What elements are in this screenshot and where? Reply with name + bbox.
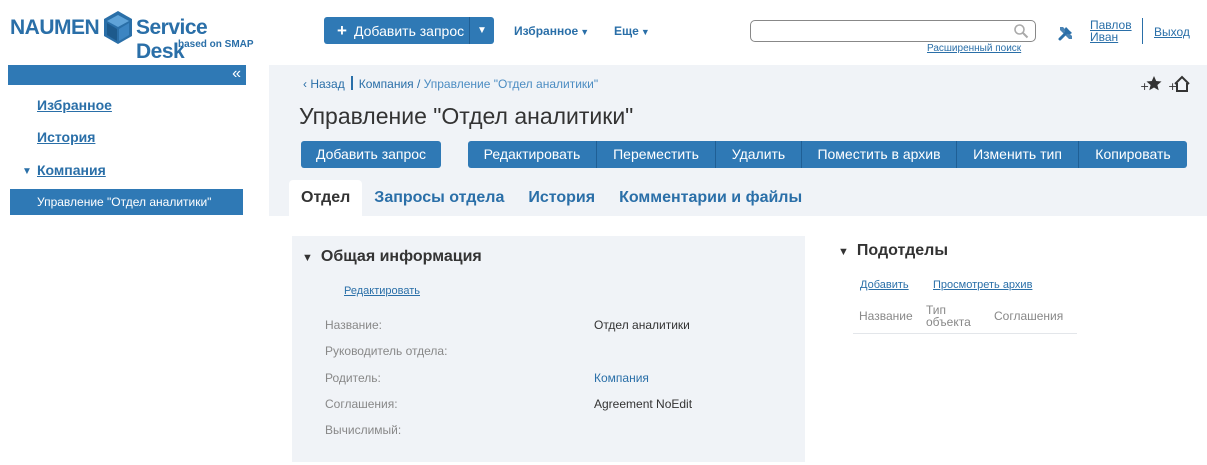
breadcrumb: ‹ Назад Компания / Управление "Отдел анал…: [303, 76, 598, 91]
plus-icon: +: [337, 20, 347, 40]
collapse-sidebar-icon[interactable]: «: [232, 65, 241, 83]
tab-comments-files[interactable]: Комментарии и файлы: [607, 180, 814, 216]
field-label-computed: Вычислимый:: [325, 423, 402, 437]
field-label-name: Название:: [325, 318, 382, 332]
sidebar-item-company[interactable]: Компания: [37, 162, 106, 178]
collapse-triangle-icon: ▼: [302, 252, 313, 264]
edit-button[interactable]: Редактировать: [468, 141, 597, 168]
user-profile-link[interactable]: Павлов Иван: [1090, 19, 1132, 43]
favorites-menu[interactable]: Избранное ▼: [514, 24, 589, 38]
expand-triangle-icon[interactable]: ▼: [22, 166, 32, 177]
subdivisions-archive-link[interactable]: Просмотреть архив: [933, 279, 1032, 291]
delete-button[interactable]: Удалить: [716, 141, 802, 168]
column-header-name[interactable]: Название: [859, 310, 913, 322]
tab-department[interactable]: Отдел: [289, 180, 363, 216]
caret-down-icon[interactable]: ▼: [470, 25, 494, 36]
general-info-title[interactable]: ▼ Общая информация: [302, 248, 482, 266]
caret-down-icon: ▼: [580, 27, 590, 37]
table-divider: [853, 333, 1077, 334]
field-label-agreements: Соглашения:: [325, 397, 398, 411]
sidebar-item-favorites[interactable]: Избранное: [37, 97, 112, 113]
field-label-head: Руководитель отдела:: [325, 344, 448, 358]
tools-icon[interactable]: [1057, 24, 1075, 42]
app-header: NAUMEN Service Desk based on SMAP + Доба…: [0, 0, 1207, 63]
tab-department-requests[interactable]: Запросы отдела: [362, 180, 516, 216]
collapse-triangle-icon: ▼: [838, 246, 849, 258]
field-value-parent-link[interactable]: Компания: [594, 371, 649, 385]
logo-subtitle: based on SMAP: [178, 39, 254, 50]
general-info-panel: ▼ Общая информация Редактировать Название…: [292, 236, 805, 462]
main-content-header: ‹ Назад Компания / Управление "Отдел анал…: [269, 65, 1207, 216]
set-home-icon[interactable]: +: [1168, 74, 1190, 94]
breadcrumb-current: Управление "Отдел аналитики": [423, 77, 599, 91]
action-button-group: Редактировать Переместить Удалить Помест…: [468, 141, 1187, 168]
move-button[interactable]: Переместить: [597, 141, 716, 168]
general-info-edit-link[interactable]: Редактировать: [344, 285, 420, 297]
add-favorite-star-icon[interactable]: +: [1140, 74, 1162, 94]
sidebar-header-bar: «: [8, 65, 246, 85]
sidebar: « Избранное История ▼ Компания Управлени…: [8, 65, 246, 465]
search-icon[interactable]: [1013, 23, 1029, 39]
search-input[interactable]: [757, 21, 1007, 41]
change-type-button[interactable]: Изменить тип: [957, 141, 1079, 168]
column-header-agreements[interactable]: Соглашения: [994, 310, 1063, 322]
logo-text-naumen: NAUMEN: [10, 16, 100, 39]
column-header-object-type[interactable]: Тип объекта: [926, 304, 971, 328]
search-box: [750, 20, 1036, 42]
add-request-button[interactable]: Добавить запрос: [301, 141, 441, 168]
sidebar-item-history[interactable]: История: [37, 129, 95, 145]
logout-link[interactable]: Выход: [1154, 25, 1190, 39]
subdivisions-title[interactable]: ▼ Подотделы: [838, 242, 948, 260]
field-label-parent: Родитель:: [325, 371, 381, 385]
breadcrumb-company-link[interactable]: Компания /: [359, 77, 421, 91]
naumen-logo[interactable]: NAUMEN Service Desk based on SMAP: [10, 10, 260, 63]
tab-bar: Отдел Запросы отдела История Комментарии…: [289, 180, 814, 216]
more-menu[interactable]: Еще ▼: [614, 24, 650, 38]
add-request-label: Добавить запрос: [354, 22, 465, 39]
tab-history[interactable]: История: [516, 180, 607, 216]
archive-button[interactable]: Поместить в архив: [802, 141, 957, 168]
caret-down-icon: ▼: [640, 27, 650, 37]
back-link[interactable]: ‹ Назад: [303, 77, 345, 91]
copy-button[interactable]: Копировать: [1079, 141, 1187, 168]
field-value-name: Отдел аналитики: [594, 318, 690, 332]
field-value-agreements: Agreement NoEdit: [594, 397, 693, 411]
page-title: Управление "Отдел аналитики": [299, 103, 634, 129]
subdivisions-add-link[interactable]: Добавить: [860, 279, 909, 291]
sidebar-item-active[interactable]: Управление "Отдел аналитики": [10, 189, 243, 215]
advanced-search-link[interactable]: Расширенный поиск: [927, 43, 1021, 54]
add-request-dropdown-button[interactable]: + Добавить запрос ▼: [324, 17, 494, 44]
cube-logo-icon: [104, 11, 132, 44]
